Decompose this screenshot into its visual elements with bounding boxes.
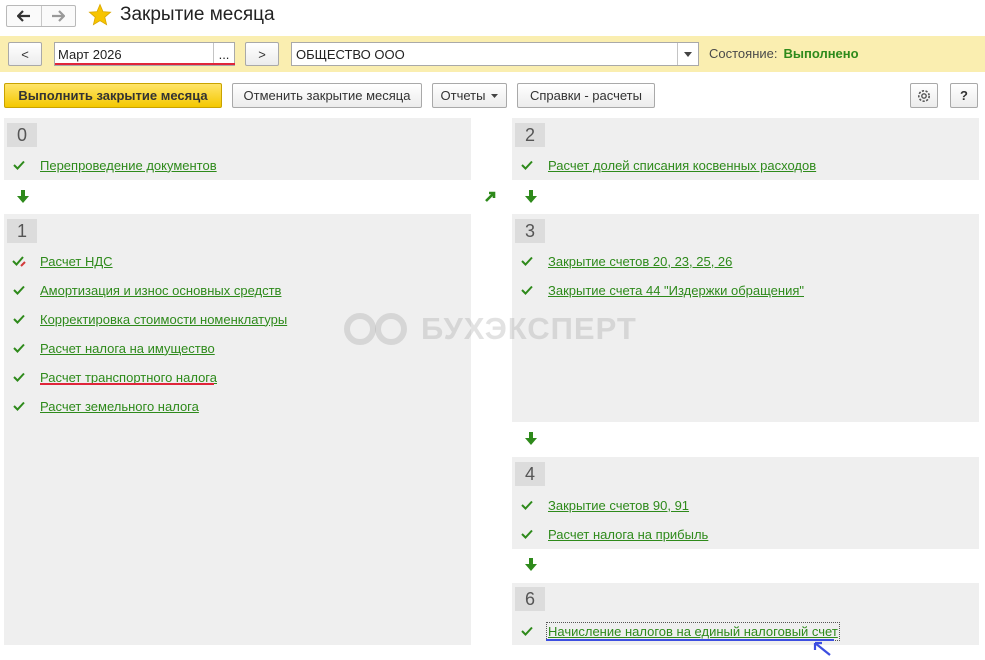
reports-label: Отчеты [440, 88, 486, 103]
back-button[interactable] [7, 6, 41, 26]
task-link[interactable]: Расчет налога на имущество [40, 341, 215, 356]
state-value: Выполнено [783, 46, 859, 61]
task-link[interactable]: Начисление налогов на единый налоговый с… [546, 621, 840, 641]
prev-period-button[interactable]: < [8, 42, 42, 66]
single-tax-underline [546, 639, 834, 641]
reports-menu-button[interactable]: Отчеты [432, 83, 507, 108]
caret-down-icon [491, 93, 499, 98]
period-select-button[interactable]: ... [213, 43, 234, 65]
list-item: Расчет земельного налога [12, 397, 199, 415]
flow-arrow-down-icon [525, 558, 537, 575]
organization-field[interactable]: ОБЩЕСТВО ООО [291, 42, 699, 66]
organization-dropdown-button[interactable] [677, 43, 698, 65]
chevron-down-icon [684, 51, 692, 57]
flow-arrow-diagonal-icon [483, 190, 497, 207]
task-link[interactable]: Расчет налога на прибыль [548, 527, 708, 542]
task-link[interactable]: Корректировка стоимости номенклатуры [40, 312, 287, 327]
task-link[interactable]: Расчет земельного налога [40, 399, 199, 414]
group-4: 4 Закрытие счетов 90, 91 Расчет налога н… [512, 457, 979, 549]
flow-arrow-down-icon [525, 190, 537, 207]
group-6: 6 Начисление налогов на единый налоговый… [512, 583, 979, 645]
check-icon [12, 283, 26, 297]
flow-arrow-down-icon [525, 432, 537, 449]
task-link[interactable]: Перепроведение документов [40, 158, 217, 173]
task-link[interactable]: Расчет долей списания косвенных расходов [548, 158, 816, 173]
favorite-star-icon[interactable] [88, 3, 112, 30]
page-title: Закрытие месяца [120, 4, 275, 25]
list-item: Расчет НДС [12, 252, 113, 270]
check-icon [12, 399, 26, 413]
group-number: 2 [515, 123, 545, 147]
list-item: Расчет налога на прибыль [520, 525, 708, 543]
group-number: 3 [515, 219, 545, 243]
status-block: Состояние: Выполнено [709, 46, 859, 61]
group-0: 0 Перепроведение документов [4, 118, 471, 180]
task-link[interactable]: Закрытие счетов 20, 23, 25, 26 [548, 254, 732, 269]
run-month-close-button[interactable]: Выполнить закрытие месяца [4, 83, 222, 108]
task-link[interactable]: Закрытие счета 44 "Издержки обращения" [548, 283, 804, 298]
arrow-left-icon [16, 10, 30, 22]
group-number: 4 [515, 462, 545, 486]
task-link[interactable]: Закрытие счетов 90, 91 [548, 498, 689, 513]
flow-arrow-down-icon [17, 190, 29, 207]
group-number: 6 [515, 587, 545, 611]
task-link[interactable]: Расчет НДС [40, 254, 113, 269]
state-label: Состояние: [709, 46, 778, 61]
check-icon [520, 498, 534, 512]
period-underline [55, 63, 235, 65]
arrow-right-icon [52, 10, 66, 22]
task-link[interactable]: Амортизация и износ основных средств [40, 283, 281, 298]
calculations-button[interactable]: Справки - расчеты [517, 83, 655, 108]
list-item: Закрытие счетов 90, 91 [520, 496, 689, 514]
check-icon [520, 283, 534, 297]
list-item: Начисление налогов на единый налоговый с… [520, 621, 840, 641]
next-period-button[interactable]: > [245, 42, 279, 66]
group-number: 1 [7, 219, 37, 243]
list-item: Амортизация и износ основных средств [12, 281, 281, 299]
history-nav [6, 5, 76, 27]
list-item: Закрытие счета 44 "Издержки обращения" [520, 281, 804, 299]
check-icon [520, 158, 534, 172]
organization-value: ОБЩЕСТВО ООО [296, 46, 405, 62]
list-item: Расчет долей списания косвенных расходов [520, 156, 816, 174]
check-icon [520, 624, 534, 638]
group-number: 0 [7, 123, 37, 147]
check-icon [520, 254, 534, 268]
forward-button[interactable] [40, 6, 76, 26]
settings-button[interactable] [910, 83, 938, 108]
list-item: Корректировка стоимости номенклатуры [12, 310, 287, 328]
list-item: Закрытие счетов 20, 23, 25, 26 [520, 252, 732, 270]
period-value: Март 2026 [58, 46, 122, 62]
check-edit-icon [12, 254, 26, 268]
watermark-text: БУХЭКСПЕРТ [421, 311, 637, 346]
check-icon [12, 312, 26, 326]
list-item: Перепроведение документов [12, 156, 217, 174]
watermark: БУХЭКСПЕРТ [343, 311, 637, 347]
list-item: Расчет налога на имущество [12, 339, 215, 357]
check-icon [520, 527, 534, 541]
group-2: 2 Расчет долей списания косвенных расход… [512, 118, 979, 180]
owl-logo-icon [344, 313, 407, 345]
check-icon [12, 370, 26, 384]
annotation-arrow-icon [812, 641, 832, 660]
help-button[interactable]: ? [950, 83, 978, 108]
gear-icon [918, 89, 930, 102]
group-1: 1 Расчет НДС Амортизация и износ основны… [4, 214, 471, 645]
cancel-month-close-button[interactable]: Отменить закрытие месяца [232, 83, 422, 108]
transport-tax-underline [40, 383, 214, 385]
check-icon [12, 158, 26, 172]
check-icon [12, 341, 26, 355]
